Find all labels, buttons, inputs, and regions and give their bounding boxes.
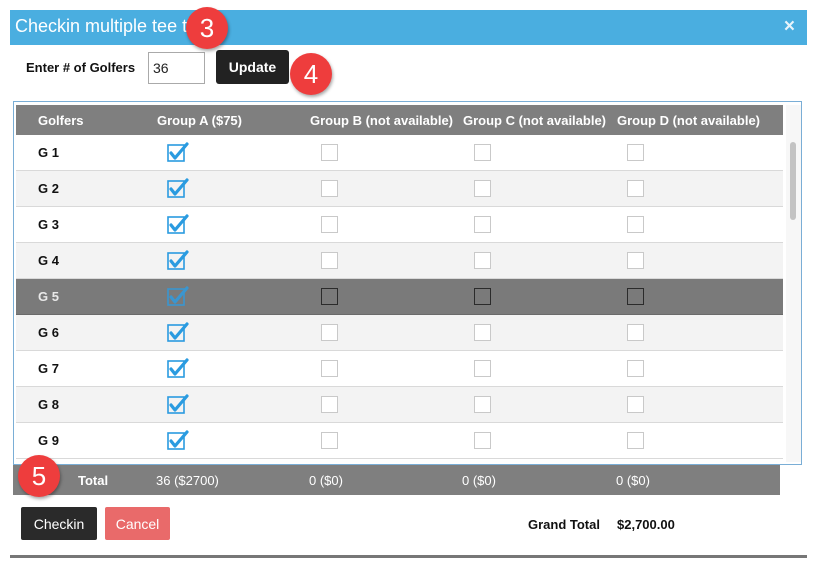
table-body: G 1 G 2 G 3 G 4 G 5 G 6 G 7 G 8 G 9: [16, 135, 783, 459]
group-b-checkbox[interactable]: [321, 144, 338, 161]
group-a-checkbox[interactable]: [167, 322, 189, 342]
group-a-checkbox[interactable]: [167, 250, 189, 270]
group-d-checkbox[interactable]: [627, 432, 644, 449]
totals-row: Total 36 ($2700) 0 ($0) 0 ($0) 0 ($0): [13, 465, 780, 495]
group-b-checkbox[interactable]: [321, 360, 338, 377]
group-b-checkbox[interactable]: [321, 180, 338, 197]
totals-label: Total: [78, 473, 109, 488]
golfer-label: G 5: [38, 289, 59, 304]
checkmark-icon: [167, 286, 189, 306]
callout-badge-5: 5: [18, 455, 60, 497]
table-row[interactable]: G 3: [16, 207, 783, 243]
group-b-checkbox[interactable]: [321, 252, 338, 269]
golfers-count-label: Enter # of Golfers: [26, 60, 136, 75]
table-row[interactable]: G 2: [16, 171, 783, 207]
callout-badge-4: 4: [290, 53, 332, 95]
group-b-checkbox[interactable]: [321, 324, 338, 341]
checkmark-icon: [167, 322, 189, 342]
checkmark-icon: [167, 250, 189, 270]
group-a-checkbox[interactable]: [167, 142, 189, 162]
golfer-label: G 1: [38, 145, 59, 160]
group-b-checkbox[interactable]: [321, 216, 338, 233]
checkin-dialog: Checkin multiple tee times × Enter # of …: [10, 10, 807, 558]
golfer-label: G 2: [38, 181, 59, 196]
group-c-checkbox[interactable]: [474, 360, 491, 377]
checkin-button[interactable]: Checkin: [21, 507, 97, 540]
divider: [10, 555, 807, 558]
dialog-titlebar: Checkin multiple tee times ×: [10, 10, 807, 45]
total-group-c: 0 ($0): [462, 473, 496, 488]
golfers-count-input[interactable]: [148, 52, 205, 84]
golfer-label: G 4: [38, 253, 59, 268]
group-a-checkbox[interactable]: [167, 286, 189, 306]
group-a-checkbox[interactable]: [167, 214, 189, 234]
group-b-checkbox[interactable]: [321, 288, 338, 305]
table-row[interactable]: G 1: [16, 135, 783, 171]
total-group-b: 0 ($0): [309, 473, 343, 488]
group-c-checkbox[interactable]: [474, 180, 491, 197]
table-row[interactable]: G 5: [16, 279, 783, 315]
table-row[interactable]: G 9: [16, 423, 783, 459]
checkmark-icon: [167, 214, 189, 234]
checkmark-icon: [167, 394, 189, 414]
golfer-label: G 8: [38, 397, 59, 412]
header-group-c: Group C (not available): [463, 113, 607, 128]
table-row[interactable]: G 4: [16, 243, 783, 279]
checkmark-icon: [167, 358, 189, 378]
group-c-checkbox[interactable]: [474, 288, 491, 305]
group-d-checkbox[interactable]: [627, 324, 644, 341]
golfer-label: G 3: [38, 217, 59, 232]
cancel-button[interactable]: Cancel: [105, 507, 170, 540]
group-c-checkbox[interactable]: [474, 252, 491, 269]
group-b-checkbox[interactable]: [321, 396, 338, 413]
golfer-label: G 6: [38, 325, 59, 340]
checkmark-icon: [167, 430, 189, 450]
golfer-label: G 7: [38, 361, 59, 376]
group-d-checkbox[interactable]: [627, 252, 644, 269]
group-d-checkbox[interactable]: [627, 216, 644, 233]
header-group-b: Group B (not available): [310, 113, 454, 128]
checkmark-icon: [167, 178, 189, 198]
group-d-checkbox[interactable]: [627, 180, 644, 197]
table-header: Golfers Group A ($75) Group B (not avail…: [16, 105, 783, 135]
golfer-label: G 9: [38, 433, 59, 448]
group-d-checkbox[interactable]: [627, 396, 644, 413]
group-a-checkbox[interactable]: [167, 394, 189, 414]
group-b-checkbox[interactable]: [321, 432, 338, 449]
table-row[interactable]: G 6: [16, 315, 783, 351]
total-group-d: 0 ($0): [616, 473, 650, 488]
header-group-d: Group D (not available): [617, 113, 761, 128]
group-d-checkbox[interactable]: [627, 144, 644, 161]
table-scrollbar[interactable]: [786, 105, 801, 462]
golfer-group-table: Golfers Group A ($75) Group B (not avail…: [13, 101, 802, 465]
grand-total-label: Grand Total: [528, 517, 600, 532]
group-c-checkbox[interactable]: [474, 432, 491, 449]
group-c-checkbox[interactable]: [474, 216, 491, 233]
group-a-checkbox[interactable]: [167, 430, 189, 450]
callout-badge-3: 3: [186, 7, 228, 49]
header-golfers: Golfers: [38, 113, 84, 128]
header-group-a: Group A ($75): [157, 113, 242, 128]
group-d-checkbox[interactable]: [627, 360, 644, 377]
group-a-checkbox[interactable]: [167, 178, 189, 198]
group-d-checkbox[interactable]: [627, 288, 644, 305]
total-group-a: 36 ($2700): [156, 473, 219, 488]
group-c-checkbox[interactable]: [474, 144, 491, 161]
table-row[interactable]: G 7: [16, 351, 783, 387]
group-a-checkbox[interactable]: [167, 358, 189, 378]
group-c-checkbox[interactable]: [474, 324, 491, 341]
checkmark-icon: [167, 142, 189, 162]
group-c-checkbox[interactable]: [474, 396, 491, 413]
scrollbar-thumb[interactable]: [790, 142, 796, 220]
table-row[interactable]: G 8: [16, 387, 783, 423]
grand-total-value: $2,700.00: [617, 517, 675, 532]
update-button[interactable]: Update: [216, 50, 289, 84]
close-icon[interactable]: ×: [784, 16, 795, 38]
